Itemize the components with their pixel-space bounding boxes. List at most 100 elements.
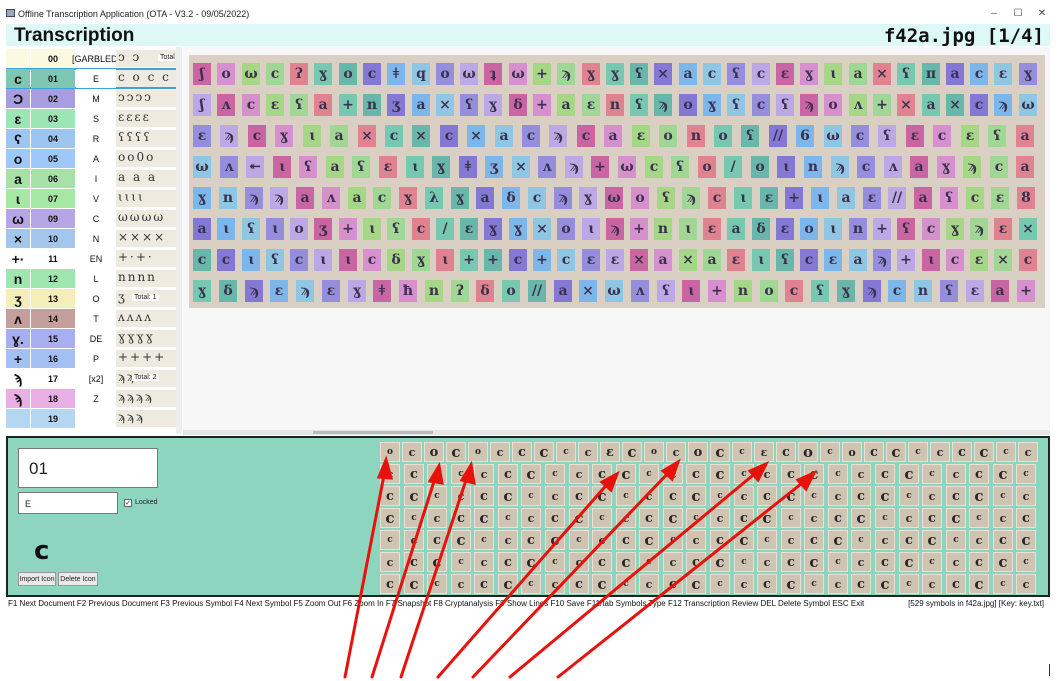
manuscript-symbol[interactable]: ω <box>618 156 636 178</box>
delete-icon-button[interactable]: Delete Icon <box>58 572 98 586</box>
symbol-row[interactable]: 19 ϡϡϡ <box>6 409 180 428</box>
symbol-sample[interactable]: c <box>498 464 518 484</box>
manuscript-symbol[interactable]: ʕ <box>940 280 958 302</box>
manuscript-symbol[interactable]: ϡ <box>970 218 988 240</box>
symbol-sample[interactable]: c <box>993 464 1013 484</box>
symbol-sample[interactable]: c <box>781 508 801 528</box>
manuscript-symbol[interactable]: + <box>1017 280 1035 302</box>
manuscript-symbol[interactable]: ϡ <box>606 218 624 240</box>
manuscript-symbol[interactable]: ɩ <box>406 156 424 178</box>
symbol-sample[interactable]: c <box>804 486 824 506</box>
manuscript-symbol[interactable]: c <box>888 280 906 302</box>
manuscript-symbol[interactable]: c <box>509 249 527 271</box>
symbol-sample[interactable]: c <box>875 530 895 550</box>
manuscript-symbol[interactable]: ʕ <box>897 63 915 85</box>
symbol-sample[interactable]: c <box>734 486 754 506</box>
manuscript-symbol[interactable]: c <box>440 125 458 147</box>
close-button[interactable]: ✕ <box>1032 8 1052 19</box>
symbol-sample[interactable]: c <box>427 486 447 506</box>
symbol-sample[interactable]: c <box>828 486 848 506</box>
manuscript-symbol[interactable]: λ <box>425 187 443 209</box>
manuscript-symbol[interactable]: × <box>679 249 697 271</box>
symbol-sample[interactable]: c <box>474 530 494 550</box>
symbol-sample[interactable]: c <box>666 442 686 462</box>
symbol-row[interactable]: ɣ. 15 DE ɣɣɣɣ <box>6 329 180 348</box>
symbol-sample[interactable]: c <box>616 530 636 550</box>
manuscript-symbol[interactable]: c <box>522 125 540 147</box>
manuscript-symbol[interactable]: ʕ <box>630 63 648 85</box>
symbol-sample[interactable]: c <box>512 442 532 462</box>
symbol-sample[interactable]: c <box>946 530 966 550</box>
symbol-sample[interactable]: c <box>427 574 447 594</box>
manuscript-symbol[interactable]: ʕ <box>988 125 1006 147</box>
manuscript-symbol[interactable]: c <box>857 156 875 178</box>
manuscript-symbol[interactable]: ϡ <box>245 280 263 302</box>
scrollbar-thumb[interactable] <box>313 431 433 434</box>
symbol-sample[interactable]: c <box>710 442 730 462</box>
manuscript-symbol[interactable]: a <box>849 249 867 271</box>
manuscript-symbol[interactable]: × <box>512 156 530 178</box>
manuscript-symbol[interactable]: o <box>698 156 716 178</box>
manuscript-symbol[interactable]: ʌ <box>220 156 238 178</box>
symbol-sample[interactable]: c <box>781 552 801 572</box>
manuscript-symbol[interactable]: ɣ <box>1019 63 1037 85</box>
symbol-sample[interactable]: c <box>639 552 659 572</box>
manuscript-symbol[interactable]: × <box>873 63 891 85</box>
symbol-row[interactable]: Ɔ 02 Mↄↄↄↄ <box>6 89 180 108</box>
symbol-sample[interactable]: c <box>592 552 612 572</box>
symbol-sample[interactable]: c <box>969 486 989 506</box>
manuscript-symbol[interactable]: a <box>991 280 1009 302</box>
symbol-sample[interactable]: c <box>556 442 576 462</box>
symbol-sample[interactable]: c <box>804 574 824 594</box>
manuscript-symbol[interactable]: + <box>630 218 648 240</box>
manuscript-symbol[interactable]: a <box>703 249 721 271</box>
manuscript-symbol[interactable]: ʕ <box>242 218 260 240</box>
symbol-sample[interactable]: c <box>969 464 989 484</box>
symbol-sample[interactable]: c <box>639 464 659 484</box>
manuscript-symbol[interactable]: ϡ <box>800 94 818 116</box>
symbol-sample[interactable]: c <box>616 552 636 572</box>
manuscript-symbol[interactable]: ɛ <box>776 63 794 85</box>
import-icon-button[interactable]: Import Icon <box>18 572 56 586</box>
manuscript-symbol[interactable]: ʒ <box>387 94 405 116</box>
symbol-sample[interactable]: c <box>402 442 422 462</box>
manuscript-image[interactable]: ʃ o ω c ʔ ɣ o c ǂ q o ω ʇ ω + ϡ ɣ ɣ ʕ × a c ʕ c ɛ ɣ ɩ a × ʕ π a c ɛ ɣ ʃ ʌ c ɛ ʕ… <box>189 55 1045 308</box>
symbol-sample[interactable]: c <box>875 508 895 528</box>
symbol-sample[interactable]: c <box>380 552 400 572</box>
symbol-row[interactable]: a 06 Ia a a <box>6 169 180 188</box>
manuscript-symbol[interactable]: ʒ <box>485 156 503 178</box>
manuscript-symbol[interactable]: + <box>460 249 478 271</box>
manuscript-symbol[interactable]: c <box>990 156 1008 178</box>
manuscript-symbol[interactable]: + <box>533 249 551 271</box>
symbol-sample[interactable]: c <box>922 464 942 484</box>
symbol-sample[interactable]: c <box>899 486 919 506</box>
symbol-sample[interactable]: c <box>534 442 554 462</box>
symbol-sample[interactable]: c <box>734 552 754 572</box>
manuscript-symbol[interactable]: × <box>1019 218 1037 240</box>
symbol-row[interactable]: ω 09 Cωωωω <box>6 209 180 228</box>
symbol-sample[interactable]: c <box>686 508 706 528</box>
manuscript-symbol[interactable]: ʕ <box>878 125 896 147</box>
manuscript-symbol[interactable]: c <box>290 249 308 271</box>
manuscript-symbol[interactable]: ɣ <box>703 94 721 116</box>
manuscript-symbol[interactable]: ϡ <box>873 249 891 271</box>
manuscript-symbol[interactable]: ɛ <box>379 156 397 178</box>
manuscript-symbol[interactable]: n <box>734 280 752 302</box>
manuscript-symbol[interactable]: ɣ <box>193 280 211 302</box>
manuscript-symbol[interactable]: ɩ <box>303 125 321 147</box>
manuscript-symbol[interactable]: + <box>708 280 726 302</box>
manuscript-symbol[interactable]: ω <box>605 280 623 302</box>
minimize-button[interactable]: – <box>984 8 1004 19</box>
manuscript-symbol[interactable]: ω <box>1019 94 1037 116</box>
symbol-row[interactable]: ɛ 03 Sɛɛɛɛ <box>6 109 180 128</box>
manuscript-symbol[interactable]: a <box>946 63 964 85</box>
manuscript-symbol[interactable]: a <box>348 187 366 209</box>
manuscript-symbol[interactable]: o <box>760 280 778 302</box>
symbol-sample[interactable]: c <box>427 508 447 528</box>
symbol-sample[interactable]: c <box>776 442 796 462</box>
symbol-sample[interactable]: c <box>616 486 636 506</box>
symbol-sample[interactable]: c <box>521 530 541 550</box>
symbol-sample[interactable]: c <box>734 508 754 528</box>
manuscript-symbol[interactable]: ɛ <box>961 125 979 147</box>
manuscript-symbol[interactable]: ɩ <box>824 218 842 240</box>
